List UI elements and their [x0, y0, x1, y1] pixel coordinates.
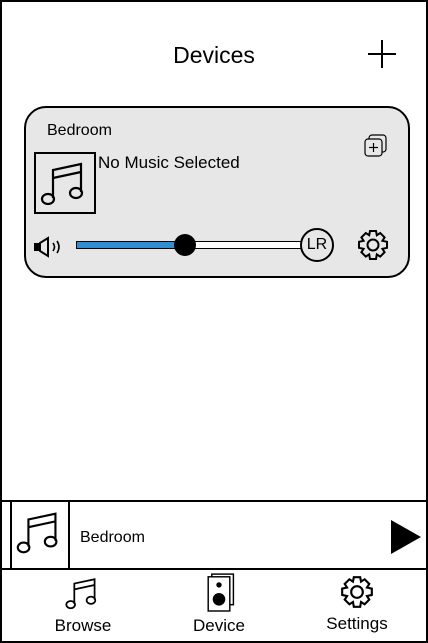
gear-icon	[341, 576, 373, 608]
tab-settings-label: Settings	[326, 614, 388, 633]
volume-slider[interactable]	[76, 234, 308, 256]
music-note-icon	[65, 578, 97, 610]
add-device-icon[interactable]	[366, 38, 398, 70]
mini-player[interactable]: Bedroom	[0, 500, 428, 570]
speaker-volume-icon[interactable]	[32, 235, 78, 259]
group-icon[interactable]	[364, 134, 388, 158]
volume-fill	[77, 242, 186, 248]
tab-browse[interactable]: Browse	[28, 572, 138, 642]
mini-player-device-name: Bedroom	[80, 529, 145, 546]
now-playing-text: No Music Selected	[98, 153, 240, 172]
tab-settings[interactable]: Settings	[302, 572, 412, 642]
play-icon[interactable]	[388, 520, 422, 554]
mini-album-art	[10, 502, 70, 568]
music-note-icon	[40, 162, 84, 206]
gear-icon[interactable]	[356, 228, 390, 262]
device-name: Bedroom	[47, 122, 112, 139]
music-note-icon	[16, 512, 58, 554]
volume-knob[interactable]	[174, 234, 197, 256]
channel-badge[interactable]: LR	[300, 228, 334, 262]
device-card[interactable]: Bedroom No Music Selected LR	[24, 106, 410, 278]
tab-device[interactable]: Device	[164, 572, 274, 642]
speaker-device-icon	[207, 573, 235, 612]
album-art	[34, 152, 96, 214]
tab-device-label: Device	[193, 616, 245, 635]
page-title: Devices	[173, 42, 255, 68]
tab-browse-label: Browse	[54, 616, 112, 635]
